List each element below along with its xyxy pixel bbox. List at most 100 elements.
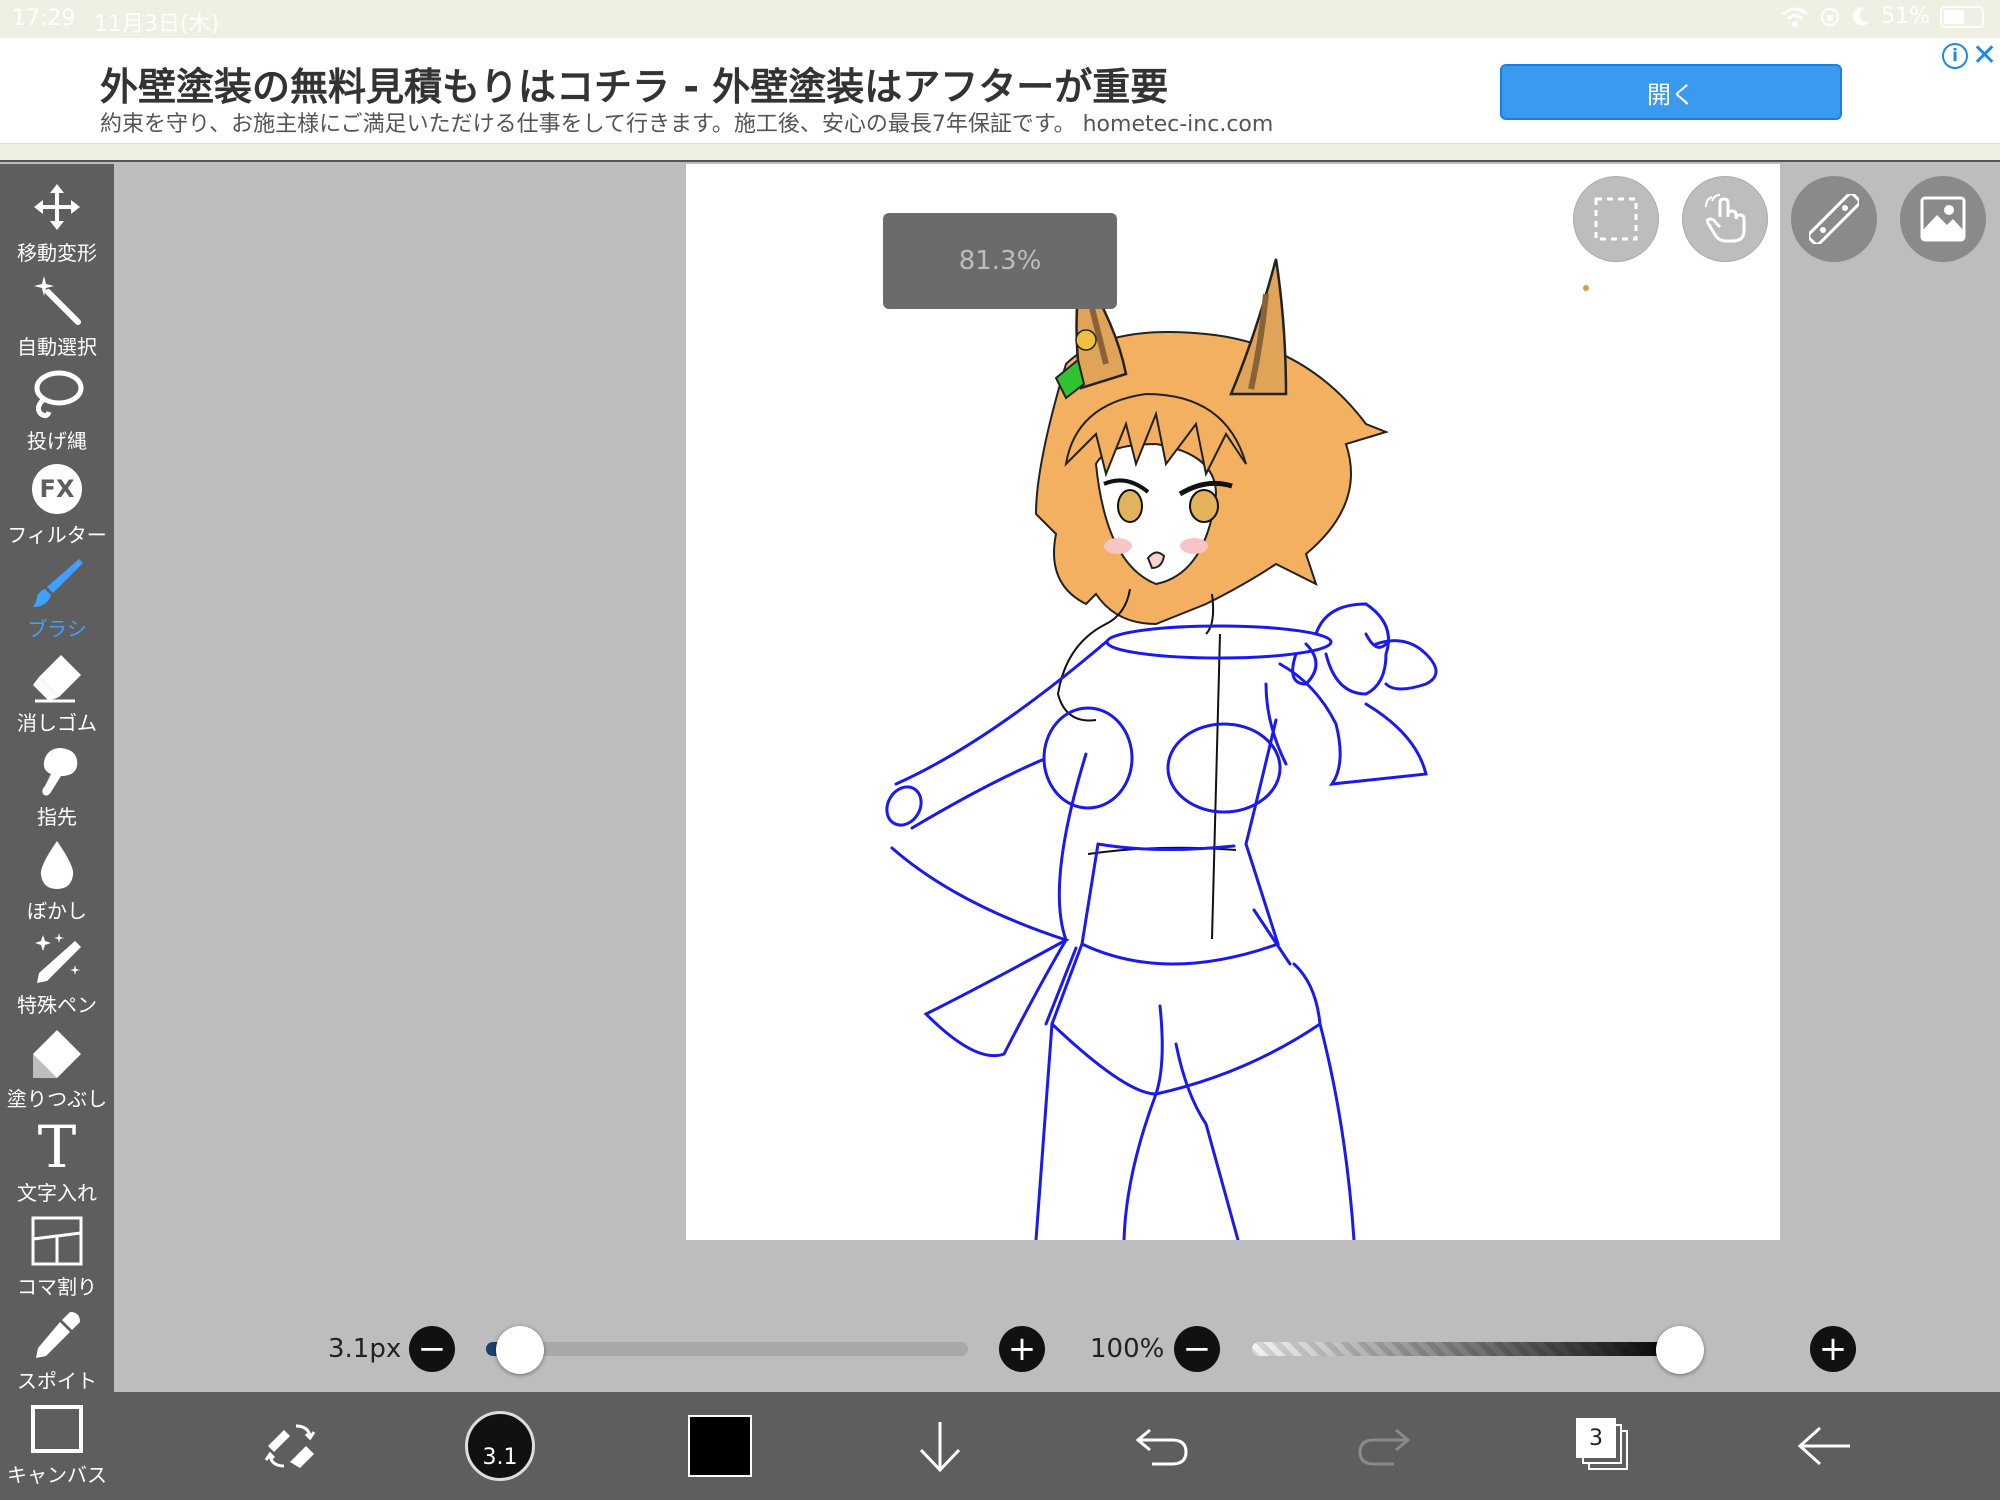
ad-separator [0,144,2000,162]
ad-banner[interactable]: 外壁塗装の無料見積もりはコチラ - 外壁塗装はアフターが重要 約束を守り、お施主… [0,38,2000,144]
tool-label: 消しゴム [17,711,97,735]
magic-wand-icon [34,276,81,325]
arrow-down-icon [919,1422,961,1473]
opacity-decrease-button[interactable]: − [1174,1326,1220,1372]
opacity-label: 100% [1090,1334,1165,1364]
tool-label: 投げ縄 [27,429,87,453]
battery-icon [1940,5,1984,28]
tool-frame-divider[interactable]: コマ割り [0,1213,114,1307]
touch-gesture-button[interactable] [1682,176,1768,262]
tool-lasso[interactable]: 投げ縄 [0,367,114,461]
tool-auto-select[interactable]: 自動選択 [0,273,114,367]
tool-label: キャンバス [7,1463,107,1487]
brush-size-preview-button[interactable]: 3.1 [460,1406,540,1486]
reference-image-button[interactable] [1900,176,1986,262]
tool-eyedropper[interactable]: スポイト [0,1307,114,1401]
opacity-slider-knob[interactable] [1656,1326,1704,1374]
eraser-icon [33,655,81,703]
tool-brush[interactable]: ブラシ [0,555,114,649]
swap-brush-eraser-button[interactable] [250,1406,330,1486]
layers-count: 3 [1589,1425,1603,1451]
marquee-select-icon [1594,197,1638,241]
frame-divider-icon [31,1216,83,1266]
tool-label: 指先 [37,805,77,829]
lasso-icon [34,370,84,419]
color-picker-button[interactable] [680,1406,760,1486]
brush-size-slider-knob[interactable] [495,1326,544,1374]
brush-size-preview-value: 3.1 [482,1445,518,1470]
tool-label: ブラシ [27,617,87,641]
tool-eraser[interactable]: 消しゴム [0,649,114,743]
bottom-toolbar: 3.1 3 [114,1392,2000,1500]
layers-button[interactable]: 3 [1564,1406,1644,1486]
ruler-icon [1809,194,1859,244]
brush-size-preview: 3.1 [465,1411,535,1481]
tool-sidebar: 移動変形 自動選択 投げ縄 FX フィルター ブラシ 消しゴム 指先 ぼかし 特… [0,164,114,1500]
back-button[interactable] [1784,1406,1864,1486]
image-icon [1920,196,1966,242]
redo-icon [1358,1428,1411,1466]
opacity-increase-button[interactable]: + [1810,1326,1856,1372]
tool-label: 文字入れ [17,1181,97,1205]
tool-label: フィルター [7,523,107,547]
tool-blur[interactable]: ぼかし [0,837,114,931]
tool-label: 移動変形 [17,241,97,265]
brush-size-decrease-button[interactable]: − [409,1326,455,1372]
text-icon: T [37,1113,77,1181]
brush-size-label: 3.1px [328,1334,402,1364]
moon-icon [1853,6,1870,25]
fx-icon: FX [32,464,82,514]
ad-description[interactable]: 約束を守り、お施主様にご満足いただける仕事をして行きます。施工後、安心の最長7年… [100,106,1273,138]
tool-move-transform[interactable]: 移動変形 [0,179,114,273]
tool-text[interactable]: T 文字入れ [0,1113,114,1213]
current-color-swatch [688,1415,752,1477]
ad-headline[interactable]: 外壁塗装の無料見積もりはコチラ - 外壁塗装はアフターが重要 [100,56,1168,111]
download-button[interactable] [900,1406,980,1486]
tool-canvas[interactable]: キャンバス [0,1401,114,1495]
finger-icon [42,748,78,796]
redo-button[interactable] [1344,1406,1424,1486]
tool-label: スポイト [17,1369,97,1393]
tool-label: 自動選択 [17,335,97,359]
orientation-lock-icon [1820,7,1840,26]
tool-special-pen[interactable]: 特殊ペン [0,931,114,1025]
status-time: 17:29 [12,6,76,31]
zoom-indicator: 81.3% [883,213,1117,309]
eyedropper-icon [36,1312,80,1358]
fill-bucket-icon [33,1030,81,1078]
tool-label: ぼかし [27,899,87,923]
tool-fill[interactable]: 塗りつぶし [0,1025,114,1119]
ad-close-icon[interactable]: ✕ [1972,38,1997,73]
tool-finger[interactable]: 指先 [0,743,114,837]
arrow-left-icon [1797,1426,1850,1466]
canvas-icon [31,1405,83,1453]
status-bar: 17:29 11月3日(木) 51% [0,0,2000,38]
brush-sliders: 3.1px − + 100% − + [114,1310,2000,1390]
brush-size-increase-button[interactable]: + [999,1326,1045,1372]
undo-icon [1135,1428,1188,1466]
brush-eraser-toggle-icon [264,1424,316,1468]
tool-label: 塗りつぶし [6,1087,108,1111]
status-date: 11月3日(木) [94,12,220,37]
special-pen-icon [35,933,81,983]
undo-button[interactable] [1122,1406,1202,1486]
brush-icon [33,559,83,607]
ad-info-icon[interactable]: i [1942,43,1968,69]
tool-label: コマ割り [17,1275,97,1299]
ruler-button[interactable] [1791,176,1877,262]
tool-filter[interactable]: FX フィルター [0,461,114,555]
move-icon [34,184,80,230]
selection-button[interactable] [1573,176,1659,262]
layers-icon: 3 [1576,1418,1632,1474]
drawing-canvas[interactable] [686,164,1780,1242]
status-right: 51% [1781,4,1984,29]
opacity-slider[interactable] [1252,1342,1680,1356]
tool-label: 特殊ペン [17,993,97,1017]
blur-drop-icon [40,841,74,889]
wifi-icon [1782,7,1809,27]
hand-touch-icon [1705,194,1746,243]
battery-percent: 51% [1881,4,1930,29]
brush-size-slider[interactable] [486,1342,968,1356]
ad-open-button[interactable]: 開く [1500,64,1842,120]
artwork [885,258,1589,1242]
